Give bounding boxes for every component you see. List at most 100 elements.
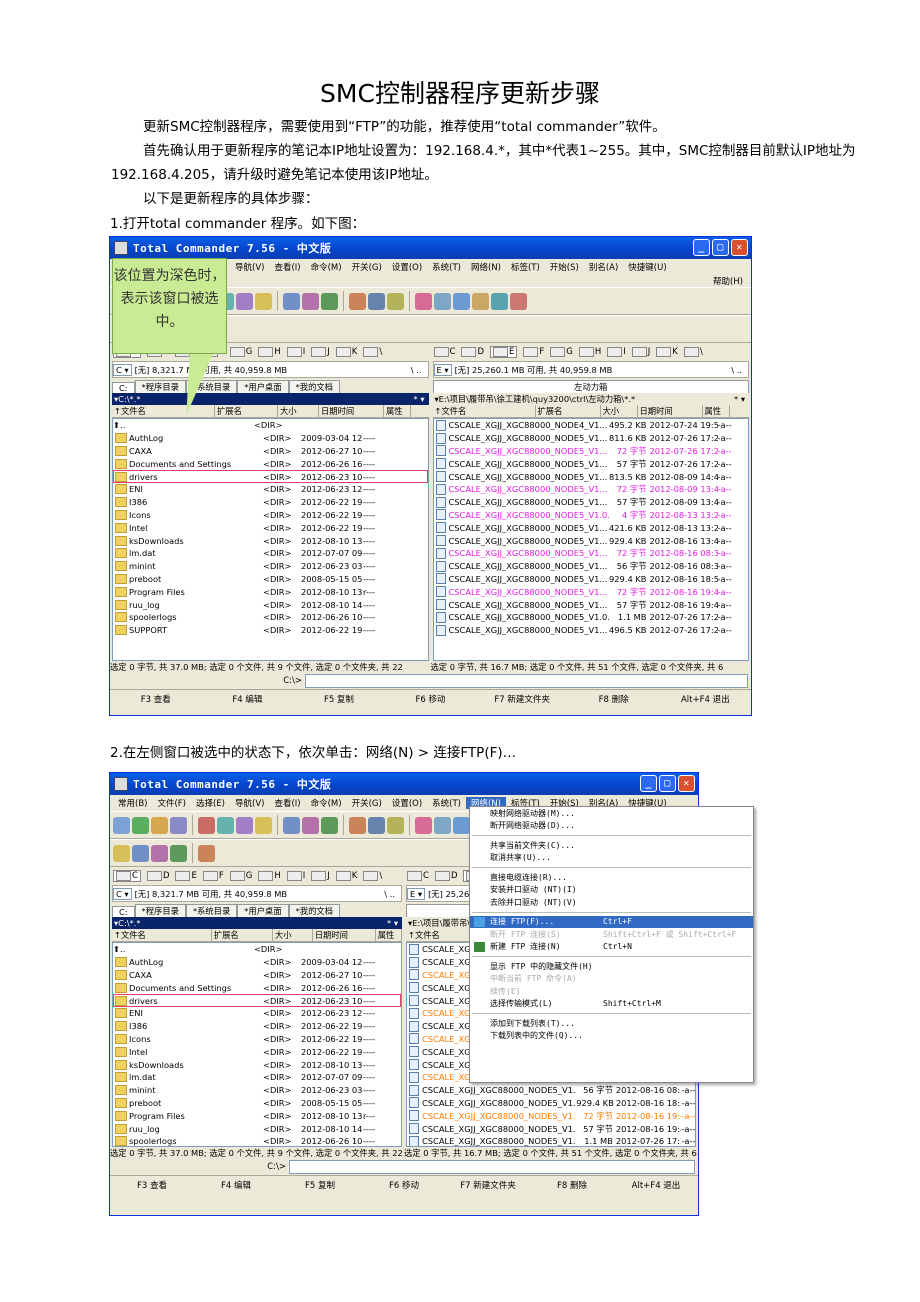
drive-combo[interactable]: E ▾ xyxy=(433,363,452,376)
column-header[interactable]: 大小 xyxy=(273,929,313,941)
file-row[interactable]: ruu_log<DIR>2012-08-10 14:29---- xyxy=(113,1122,401,1135)
toolbar-button-icon[interactable] xyxy=(321,816,338,834)
function-key-button[interactable]: F8 删除 xyxy=(568,693,660,705)
toolbar-button-icon[interactable] xyxy=(113,844,130,862)
network-menu-item[interactable]: 连接 FTP(F)... Ctrl+F xyxy=(470,915,753,928)
column-header[interactable]: ↑文件名 xyxy=(112,929,212,941)
file-row[interactable]: CSCALE_XGJJ_XGC88000_NODE5_V1...57 字节201… xyxy=(434,496,749,509)
drive-button[interactable]: J xyxy=(631,346,650,358)
file-row[interactable]: AuthLog<DIR>2009-03-04 12:49---- xyxy=(113,432,428,445)
toolbar-button-icon[interactable] xyxy=(387,816,404,834)
file-row[interactable]: ENI<DIR>2012-06-23 12:17---- xyxy=(113,1007,401,1020)
function-key-button[interactable]: F8 删除 xyxy=(530,1179,614,1191)
toolbar-button-icon[interactable] xyxy=(151,844,168,862)
toolbar-button-icon[interactable] xyxy=(510,292,527,310)
folder-tab[interactable]: *我的文档 xyxy=(288,904,340,917)
file-row[interactable]: CSCALE_XGJJ_XGC88000_NODE5_V1.0... 1.1 MB… xyxy=(407,1135,695,1146)
file-row[interactable]: drivers<DIR>2012-06-23 10:05---- xyxy=(113,994,401,1007)
menu-item[interactable]: 导航(V) xyxy=(230,797,269,809)
file-row[interactable]: ⬆.. <DIR> xyxy=(113,419,428,432)
menu-item[interactable]: 标签(T) xyxy=(506,261,545,273)
file-row[interactable]: CSCALE_XGJJ_XGC88000_NODE5_V1...929.4 KB… xyxy=(434,573,749,586)
drive-button[interactable]: G xyxy=(229,346,252,358)
function-key-button[interactable]: F7 新建文件夹 xyxy=(446,1179,530,1191)
drive-button[interactable]: G xyxy=(229,870,252,882)
toolbar-button-icon[interactable] xyxy=(217,816,234,834)
folder-tab[interactable]: *用户桌面 xyxy=(237,380,289,393)
window-titlebar[interactable]: Total Commander 7.56 - 中文版 _ □ ✕ xyxy=(110,773,698,795)
file-row[interactable]: CSCALE_XGJJ_XGC88000_NODE5_V1...57 字节201… xyxy=(434,457,749,470)
file-row[interactable]: drivers<DIR>2012-06-23 10:05---- xyxy=(113,470,428,483)
drive-button[interactable]: F xyxy=(523,346,544,358)
file-row[interactable]: CSCALE_XGJJ_XGC88000_NODE5_V1...811.6 KB… xyxy=(434,432,749,445)
folder-tab[interactable]: 左动力箱 xyxy=(432,380,749,393)
drive-button[interactable]: J xyxy=(311,346,330,358)
file-row[interactable]: preboot<DIR>2008-05-15 05:23---- xyxy=(113,573,428,586)
menu-item[interactable]: 命令(M) xyxy=(306,797,347,809)
folder-tab[interactable]: *用户桌面 xyxy=(237,904,289,917)
menu-item[interactable]: 查看(I) xyxy=(269,261,305,273)
toolbar-button-icon[interactable] xyxy=(236,816,253,834)
file-list[interactable]: CSCALE_XGJJ_XGC88000_NODE4_V1...495.2 KB… xyxy=(432,418,749,661)
toolbar-button-icon[interactable] xyxy=(387,292,404,310)
left-file-panel[interactable]: C ▾ [无] 8,321.7 MB 可用, 共 40,959.8 MB \ .. C… xyxy=(112,361,429,661)
file-row[interactable]: Program Files<DIR>2012-08-10 13:22r--- xyxy=(113,585,428,598)
right-file-panel[interactable]: E ▾[无] 25,260.1 MB 可用, 共 40,959.8 MB\ ..… xyxy=(432,361,749,661)
network-menu-item[interactable]: 续传(E) xyxy=(470,985,753,998)
network-menu-item[interactable]: 映射网络驱动器(M)... xyxy=(470,807,753,820)
column-header[interactable]: 属性 xyxy=(376,929,402,941)
toolbar-button-icon[interactable] xyxy=(151,816,168,834)
toolbar-button-icon[interactable] xyxy=(415,816,432,834)
function-key-button[interactable]: Alt+F4 退出 xyxy=(614,1179,698,1191)
path-bar[interactable]: ▾E:\项目\履带吊\徐工建机\quy3200\ctrl\左动力箱\*.** ▾ xyxy=(432,393,749,405)
menu-item[interactable]: 设置(O) xyxy=(387,797,427,809)
network-menu-item[interactable]: 断开网络驱动器(D)... xyxy=(470,820,753,833)
column-header[interactable]: 属性 xyxy=(703,405,730,417)
menu-item[interactable]: 命令(M) xyxy=(306,261,347,273)
file-row[interactable]: CSCALE_XGJJ_XGC88000_NODE5_V1... 56 字节 201… xyxy=(407,1084,695,1097)
maximize-button[interactable]: □ xyxy=(712,239,729,256)
network-menu-item[interactable]: 共享当前文件夹(C)... xyxy=(470,839,753,852)
menu-help[interactable]: 帮助(H) xyxy=(713,277,743,287)
file-row[interactable]: SUPPORT<DIR>2012-06-22 19:10---- xyxy=(113,624,428,637)
file-row[interactable]: CSCALE_XGJJ_XGC88000_NODE5_V1...929.4 KB… xyxy=(434,534,749,547)
file-row[interactable]: CSCALE_XGJJ_XGC88000_NODE5_V1...421.6 KB… xyxy=(434,521,749,534)
toolbar-button-icon[interactable] xyxy=(453,292,470,310)
drive-button[interactable]: G xyxy=(550,346,573,358)
drive-button[interactable]: D xyxy=(461,346,484,358)
function-key-button[interactable]: F5 复制 xyxy=(293,693,385,705)
toolbar-button-icon[interactable] xyxy=(434,292,451,310)
window-titlebar[interactable]: Total Commander 7.56 - 中文版 _ □ ✕ xyxy=(110,237,751,259)
menu-item[interactable]: 网络(N) xyxy=(466,261,506,273)
network-menu-item[interactable]: 添加到下载列表(T)... xyxy=(470,1017,753,1030)
file-row[interactable]: CSCALE_XGJJ_XGC88000_NODE5_V1...813.5 KB… xyxy=(434,470,749,483)
network-menu-item[interactable]: 显示 FTP 中的隐藏文件(H) xyxy=(470,960,753,973)
drive-button[interactable]: E xyxy=(489,346,518,358)
file-row[interactable]: CAXA<DIR>2012-06-27 10:52---- xyxy=(113,445,428,458)
left-file-panel[interactable]: C ▾ [无] 8,321.7 MB 可用, 共 40,959.8 MB \ .. C… xyxy=(112,885,402,1147)
drive-button[interactable]: C xyxy=(433,346,455,358)
file-list[interactable]: ⬆..<DIR>AuthLog<DIR>2009-03-04 12:49----… xyxy=(112,418,429,661)
network-menu-item[interactable]: 下载列表中的文件(Q)... xyxy=(470,1030,753,1043)
function-key-button[interactable]: F3 查看 xyxy=(110,1179,194,1191)
file-row[interactable]: Documents and Settings <DIR> 2012-06-26 16… xyxy=(113,981,401,994)
file-row[interactable]: Icons<DIR>2012-06-22 19:08---- xyxy=(113,509,428,522)
file-row[interactable]: CAXA<DIR>2012-06-27 10:52---- xyxy=(113,969,401,982)
toolbar-button-icon[interactable] xyxy=(198,816,215,834)
network-menu-item[interactable]: 安装并口驱动 (NT)(I) xyxy=(470,884,753,897)
drive-button[interactable]: \ xyxy=(363,346,382,358)
file-row[interactable]: CSCALE_XGJJ_XGC88000_NODE4_V1...495.2 KB… xyxy=(434,419,749,432)
menu-item[interactable]: 别名(A) xyxy=(584,261,623,273)
drive-button[interactable]: \ xyxy=(363,870,382,882)
drive-button[interactable]: K xyxy=(656,346,678,358)
toolbar-button-icon[interactable] xyxy=(349,816,366,834)
drive-button[interactable]: K xyxy=(335,346,357,358)
file-row[interactable]: CSCALE_XGJJ_XGC88000_NODE5_V1...72 字节201… xyxy=(434,547,749,560)
toolbar-button-icon[interactable] xyxy=(283,816,300,834)
file-row[interactable]: preboot<DIR>2008-05-15 05:23---- xyxy=(113,1097,401,1110)
folder-tab[interactable]: *程序目录 xyxy=(134,380,186,393)
network-menu-item[interactable]: 去除并口驱动 (NT)(V) xyxy=(470,896,753,909)
file-row[interactable]: I386<DIR>2012-06-22 19:08---- xyxy=(113,1020,401,1033)
toolbar-button-icon[interactable] xyxy=(491,292,508,310)
drive-button[interactable]: I xyxy=(286,346,305,358)
